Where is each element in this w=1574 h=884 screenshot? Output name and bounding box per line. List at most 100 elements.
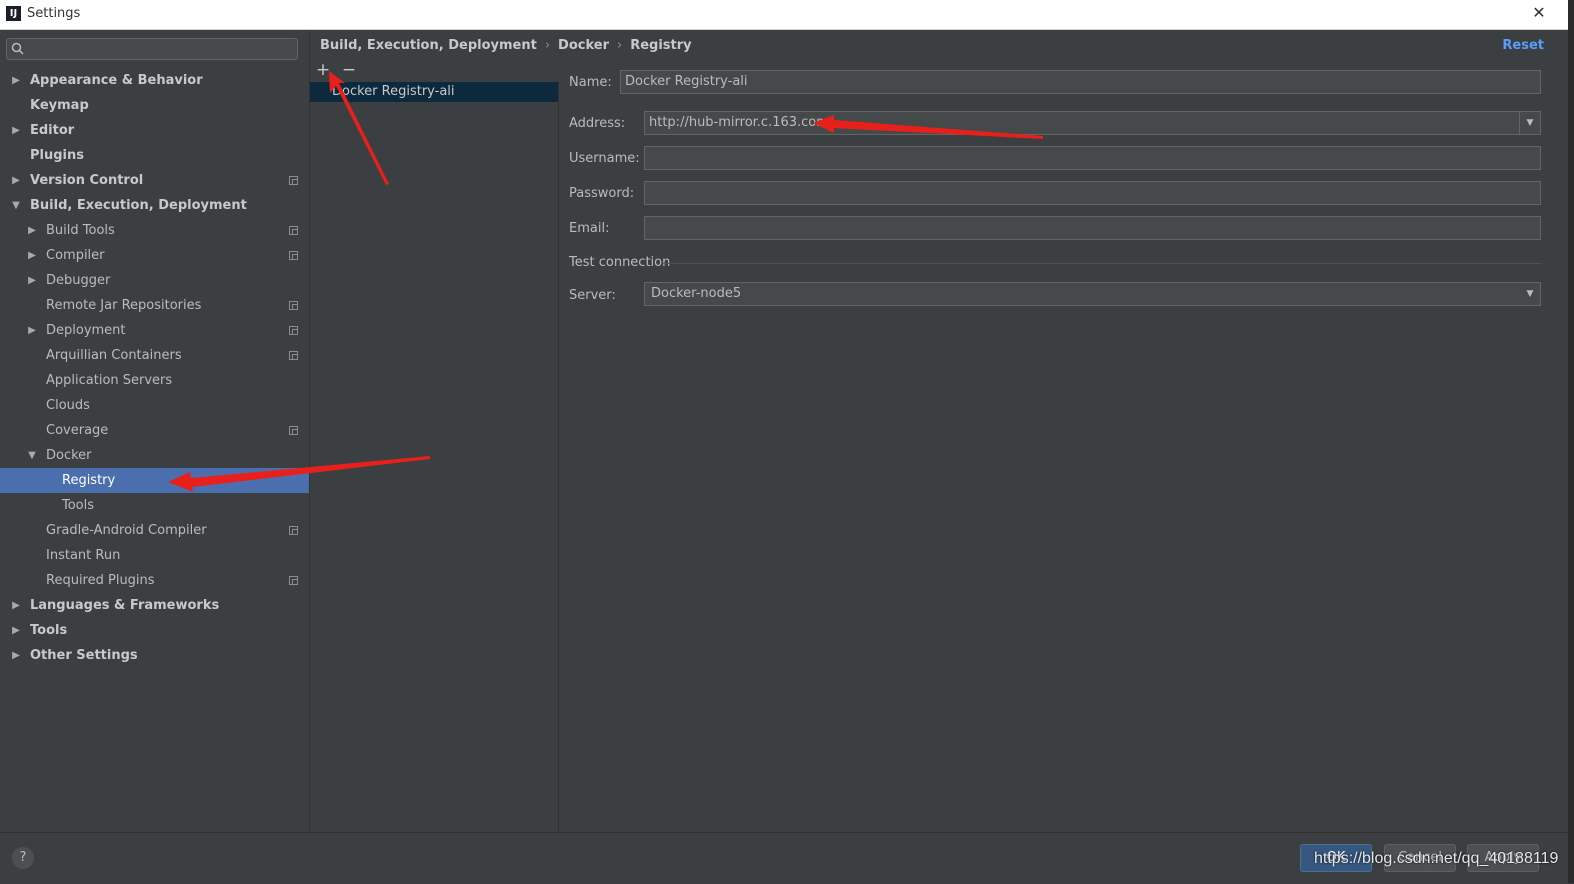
chevron-right-icon[interactable]: ▶ xyxy=(27,318,37,343)
tree-item-label: Languages & Frameworks xyxy=(30,598,220,613)
email-label: Email: xyxy=(569,221,610,236)
tree-item-label: Editor xyxy=(30,123,75,138)
tree-item[interactable]: ▶ Compiler xyxy=(0,243,309,268)
chevron-right-icon[interactable]: ▶ xyxy=(11,618,21,643)
chevron-right-icon: › xyxy=(616,38,623,53)
remove-icon[interactable]: − xyxy=(341,62,357,79)
help-button[interactable]: ? xyxy=(12,847,34,869)
chevron-right-icon[interactable]: ▶ xyxy=(11,68,21,93)
tree-item[interactable]: Coverage xyxy=(0,418,309,443)
tree-item[interactable]: ▶ Other Settings xyxy=(0,643,309,668)
name-field[interactable]: Docker Registry-ali xyxy=(620,70,1541,94)
tree-item[interactable]: ▼ Docker xyxy=(0,443,309,468)
tree-item[interactable]: Tools xyxy=(0,493,309,518)
chevron-right-icon: › xyxy=(544,38,551,53)
chevron-down-icon[interactable]: ▼ xyxy=(1519,112,1540,134)
email-field[interactable] xyxy=(644,216,1541,240)
chevron-right-icon[interactable]: ▶ xyxy=(27,218,37,243)
project-scope-icon xyxy=(289,226,298,235)
tree-item[interactable]: Application Servers xyxy=(0,368,309,393)
chevron-down-icon[interactable]: ▼ xyxy=(1520,283,1540,305)
search-input[interactable] xyxy=(6,38,298,60)
tree-item[interactable]: ▶ Deployment xyxy=(0,318,309,343)
tree-item[interactable]: Required Plugins xyxy=(0,568,309,593)
username-label: Username: xyxy=(569,151,640,166)
server-value: Docker-node5 xyxy=(651,286,742,301)
server-select[interactable]: Docker-node5 ▼ xyxy=(644,282,1541,306)
tree-item-label: Instant Run xyxy=(46,548,121,563)
tree-item[interactable]: ▼ Build, Execution, Deployment xyxy=(0,193,309,218)
tree-item-label: Arquillian Containers xyxy=(46,348,182,363)
watermark: https://blog.csdn.net/qq_40188119 xyxy=(1314,850,1559,867)
tree-item[interactable]: ▶ Build Tools xyxy=(0,218,309,243)
tree-item[interactable]: ▶ Editor xyxy=(0,118,309,143)
project-scope-icon xyxy=(289,301,298,310)
password-field[interactable] xyxy=(644,181,1541,205)
title-bar: IJ Settings ✕ xyxy=(0,0,1568,30)
tree-item-label: Plugins xyxy=(30,148,84,163)
tree-item-label: Compiler xyxy=(46,248,105,263)
project-scope-icon xyxy=(289,326,298,335)
project-scope-icon xyxy=(289,526,298,535)
tree-item[interactable]: Instant Run xyxy=(0,543,309,568)
project-scope-icon xyxy=(289,176,298,185)
chevron-right-icon[interactable]: ▶ xyxy=(11,643,21,668)
section-title: Test connection xyxy=(569,255,671,270)
server-label: Server: xyxy=(569,288,616,303)
tree-item-label: Build, Execution, Deployment xyxy=(30,198,247,213)
address-combo[interactable]: http://hub-mirror.c.163.com ▼ xyxy=(644,111,1541,135)
tree-item-label: Other Settings xyxy=(30,648,138,663)
add-icon[interactable]: + xyxy=(315,62,331,79)
background-window-edge xyxy=(1568,0,1574,883)
breadcrumb-item[interactable]: Docker xyxy=(558,38,609,53)
tree-item-label: Docker xyxy=(46,448,92,463)
chevron-down-icon[interactable]: ▼ xyxy=(27,443,37,468)
tree-item-label: Debugger xyxy=(46,273,111,288)
chevron-right-icon[interactable]: ▶ xyxy=(11,118,21,143)
section-divider xyxy=(661,263,1541,264)
search-icon xyxy=(11,42,24,55)
list-item[interactable]: Docker Registry-ali xyxy=(310,82,558,102)
window-title: Settings xyxy=(27,6,81,21)
tree-item[interactable]: ▶ Version Control xyxy=(0,168,309,193)
tree-item[interactable]: Arquillian Containers xyxy=(0,343,309,368)
tree-item-label: Gradle-Android Compiler xyxy=(46,523,207,538)
address-label: Address: xyxy=(569,116,626,131)
tree-item[interactable]: Keymap xyxy=(0,93,309,118)
close-icon[interactable]: ✕ xyxy=(1530,4,1548,22)
tree-item[interactable]: Clouds xyxy=(0,393,309,418)
settings-tree: ▶ Appearance & Behavior Keymap ▶ Editor Plugi… xyxy=(0,68,309,668)
tree-item-label: Version Control xyxy=(30,173,144,188)
chevron-down-icon[interactable]: ▼ xyxy=(11,193,21,218)
tree-item-label: Remote Jar Repositories xyxy=(46,298,202,313)
name-label: Name: xyxy=(569,75,612,90)
tree-item-label: Appearance & Behavior xyxy=(30,73,203,88)
tree-item[interactable]: Plugins xyxy=(0,143,309,168)
tree-item[interactable]: Gradle-Android Compiler xyxy=(0,518,309,543)
settings-content: Build, Execution, Deployment › Docker › Regi… xyxy=(310,30,1568,832)
tree-item[interactable]: ▶ Languages & Frameworks xyxy=(0,593,309,618)
tree-item[interactable]: ▶ Debugger xyxy=(0,268,309,293)
project-scope-icon xyxy=(289,576,298,585)
tree-item-label: Application Servers xyxy=(46,373,173,388)
tree-item[interactable]: Registry xyxy=(0,468,309,493)
tree-item[interactable]: Remote Jar Repositories xyxy=(0,293,309,318)
project-scope-icon xyxy=(289,426,298,435)
reset-link[interactable]: Reset xyxy=(1502,38,1544,53)
project-scope-icon xyxy=(289,351,298,360)
tree-item-label: Build Tools xyxy=(46,223,115,238)
chevron-right-icon[interactable]: ▶ xyxy=(27,268,37,293)
tree-item-label: Deployment xyxy=(46,323,126,338)
project-scope-icon xyxy=(289,251,298,260)
tree-item-label: Clouds xyxy=(46,398,90,413)
breadcrumb-item[interactable]: Build, Execution, Deployment xyxy=(320,38,537,53)
settings-sidebar: ▶ Appearance & Behavior Keymap ▶ Editor Plugi… xyxy=(0,30,310,832)
tree-item[interactable]: ▶ Tools xyxy=(0,618,309,643)
chevron-right-icon[interactable]: ▶ xyxy=(11,593,21,618)
tree-item[interactable]: ▶ Appearance & Behavior xyxy=(0,68,309,93)
chevron-right-icon[interactable]: ▶ xyxy=(27,243,37,268)
chevron-right-icon[interactable]: ▶ xyxy=(11,168,21,193)
breadcrumb: Build, Execution, Deployment › Docker › Regi… xyxy=(320,38,692,53)
username-field[interactable] xyxy=(644,146,1541,170)
registry-list: Docker Registry-ali xyxy=(310,82,559,832)
